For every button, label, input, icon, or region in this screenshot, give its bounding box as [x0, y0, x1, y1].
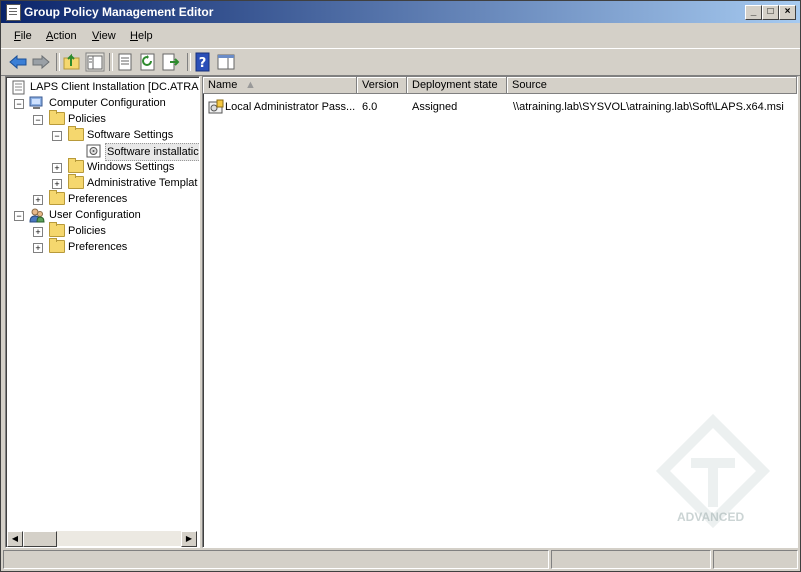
policy-document-icon	[12, 80, 25, 95]
tree-item-software-installation[interactable]: Software installatic	[6, 143, 199, 161]
folder-icon	[49, 238, 65, 253]
back-arrow-icon[interactable]	[8, 52, 28, 72]
tree-label-user-preferences: Preferences	[68, 241, 128, 253]
tree-item-user-configuration[interactable]: − User Configuration	[6, 207, 199, 223]
svg-text:?: ?	[199, 56, 207, 71]
tree-item-windows-settings[interactable]: + Windows Settings	[6, 158, 199, 175]
minimize-button[interactable]: _	[745, 5, 762, 20]
forward-arrow-icon[interactable]	[31, 52, 51, 72]
row-name: Local Administrator Pass...	[225, 101, 356, 113]
user-icon	[29, 208, 45, 223]
refresh-icon[interactable]	[138, 52, 158, 72]
tree-label-user-policies: Policies	[68, 225, 106, 237]
tree-label-software-settings: Software Settings	[87, 129, 174, 141]
show-hide-console-tree-icon[interactable]	[85, 52, 105, 72]
computer-icon	[29, 96, 43, 109]
status-panel-main	[3, 550, 549, 569]
menu-bar: File Action View Help	[1, 25, 800, 47]
row-source: \\atraining.lab\SYSVOL\atraining.lab\Sof…	[513, 101, 784, 113]
tree-label-windows-settings: Windows Settings	[87, 161, 175, 173]
scroll-thumb[interactable]	[23, 531, 57, 547]
column-header-deployment-state[interactable]: Deployment state	[407, 77, 507, 94]
row-version: 6.0	[362, 101, 378, 113]
maximize-button[interactable]: □	[762, 5, 779, 20]
sort-ascending-icon: ▲	[245, 79, 256, 91]
tree-label-administrative-templates: Administrative Templat	[87, 177, 198, 189]
tree-label-preferences: Preferences	[68, 193, 128, 205]
console-tree-pane: LAPS Client Installation [DC.ATRAI − Com…	[5, 76, 200, 548]
tree-label-root: LAPS Client Installation [DC.ATRAI	[30, 81, 200, 93]
folder-icon	[68, 174, 84, 189]
window-title: Group Policy Management Editor	[24, 5, 214, 19]
msi-package-icon	[208, 99, 224, 114]
menu-view[interactable]: View	[92, 30, 116, 42]
close-button[interactable]: ×	[779, 5, 796, 20]
scroll-right-icon[interactable]: ▶	[181, 531, 197, 547]
folder-icon	[68, 158, 84, 173]
column-header-version[interactable]: Version	[357, 77, 407, 94]
tree-item-software-settings[interactable]: − Software Settings	[6, 126, 199, 143]
menu-action[interactable]: Action	[46, 30, 77, 42]
tree-label-policies: Policies	[68, 113, 106, 125]
collapse-icon[interactable]: −	[14, 99, 24, 109]
collapse-icon[interactable]: −	[14, 211, 24, 221]
tree-horizontal-scrollbar[interactable]: ◀ ▶	[7, 531, 197, 547]
expand-icon[interactable]: +	[33, 195, 43, 205]
gpo-editor-icon	[6, 4, 21, 21]
tree-item-administrative-templates[interactable]: + Administrative Templat	[6, 174, 199, 191]
tree-item-user-preferences[interactable]: + Preferences	[6, 238, 199, 255]
row-deployment-state: Assigned	[412, 101, 458, 113]
expand-icon[interactable]: +	[52, 179, 62, 189]
folder-icon	[49, 110, 65, 125]
properties-icon[interactable]	[115, 52, 135, 72]
software-installation-icon	[86, 144, 101, 158]
up-folder-icon[interactable]	[62, 52, 82, 72]
folder-icon	[49, 190, 65, 205]
menu-file[interactable]: File	[14, 30, 32, 42]
export-list-icon[interactable]	[161, 52, 181, 72]
tree-item-preferences[interactable]: + Preferences	[6, 190, 199, 207]
status-panel-secondary	[551, 550, 711, 569]
menu-help[interactable]: Help	[130, 30, 153, 42]
tree-item-user-policies[interactable]: + Policies	[6, 222, 199, 239]
collapse-icon[interactable]: −	[52, 131, 62, 141]
window: Group Policy Management Editor _ □ × Fil…	[0, 0, 801, 572]
tree-item-policies[interactable]: − Policies	[6, 110, 199, 127]
show-hide-action-pane-icon[interactable]	[216, 52, 236, 72]
scroll-left-icon[interactable]: ◀	[7, 531, 23, 547]
expand-icon[interactable]: +	[33, 243, 43, 253]
watermark-text: ADVANCED	[677, 510, 745, 524]
status-panel-tertiary	[713, 550, 798, 569]
tree-item-computer-configuration[interactable]: − Computer Configuration	[6, 95, 199, 111]
folder-icon	[49, 222, 65, 237]
column-header-source[interactable]: Source	[507, 77, 797, 94]
folder-icon	[68, 126, 84, 141]
title-bar: Group Policy Management Editor _ □ ×	[1, 1, 800, 23]
expand-icon[interactable]: +	[52, 163, 62, 173]
help-icon[interactable]: ?	[193, 52, 213, 72]
tree-label-computer-configuration: Computer Configuration	[49, 97, 166, 109]
column-header-name[interactable]: Name ▲	[203, 77, 357, 94]
collapse-icon[interactable]: −	[33, 115, 43, 125]
expand-icon[interactable]: +	[33, 227, 43, 237]
toolbar: ?	[1, 48, 800, 76]
tree-label-user-configuration: User Configuration	[49, 209, 141, 221]
status-bar	[3, 550, 798, 569]
